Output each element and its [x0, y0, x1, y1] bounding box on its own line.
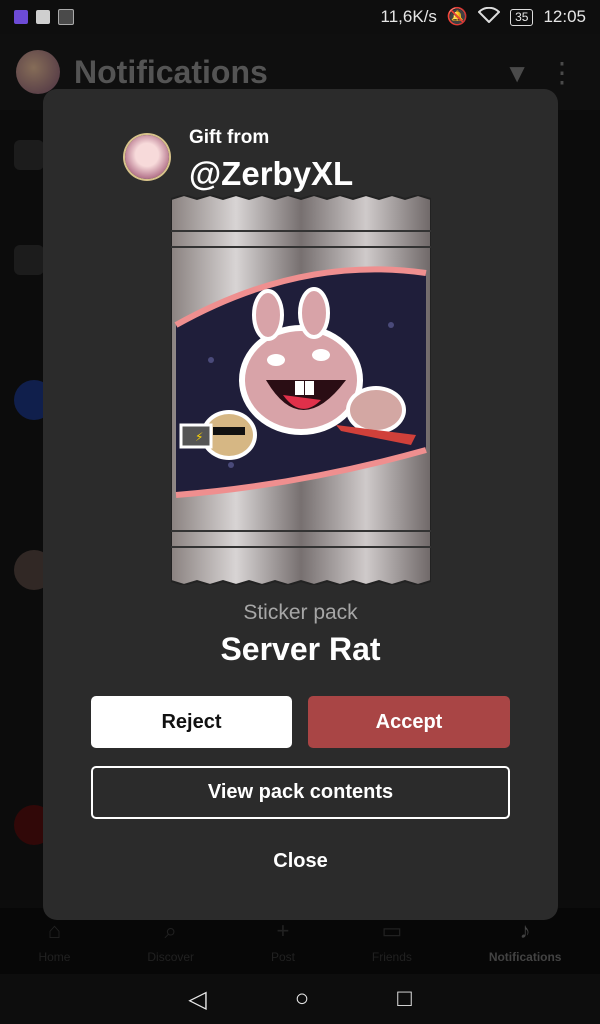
pack-name: Server Rat — [220, 631, 381, 667]
status-bar: 11,6K/s 🔕 35 12:05 — [0, 0, 600, 34]
view-pack-contents-button[interactable]: View pack contents — [91, 766, 510, 819]
battery-icon: 35 — [510, 8, 534, 26]
mute-icon: 🔕 — [446, 7, 469, 26]
image-notification-icon — [36, 10, 50, 24]
sticker-pack-image: ⚡ — [171, 195, 431, 585]
reject-button[interactable]: Reject — [91, 696, 292, 748]
home-circle-icon[interactable]: ○ — [295, 985, 310, 1013]
system-navigation-bar: ◁ ○ □ — [0, 974, 600, 1024]
accept-button[interactable]: Accept — [308, 696, 510, 748]
pack-type-label: Sticker pack — [243, 601, 358, 624]
gift-from-label: Gift from — [189, 127, 270, 148]
recents-icon[interactable]: □ — [397, 985, 412, 1013]
sender-avatar — [125, 135, 169, 179]
status-bar-notification-icons — [14, 9, 74, 25]
sender-username[interactable]: @ZerbyXL — [189, 155, 353, 193]
svg-text:⚡: ⚡ — [195, 430, 203, 444]
gift-modal: Gift from @ZerbyXL ⚡ Sticker pack Server… — [43, 89, 558, 920]
clock: 12:05 — [543, 7, 586, 26]
close-button[interactable]: Close — [91, 839, 510, 883]
media-notification-icon — [58, 9, 74, 25]
network-speed: 11,6K/s — [380, 7, 437, 26]
app-notification-icon — [14, 10, 28, 24]
back-icon[interactable]: ◁ — [188, 985, 206, 1014]
wifi-icon — [477, 6, 501, 28]
